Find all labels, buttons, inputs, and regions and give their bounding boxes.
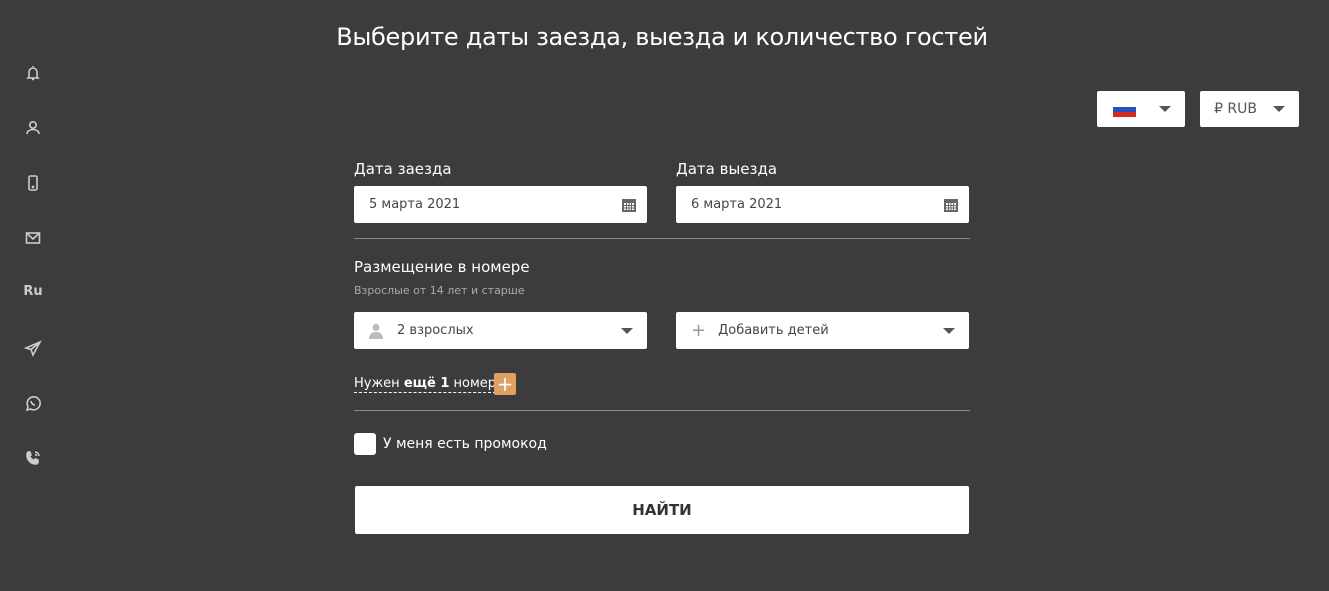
whatsapp-icon[interactable]	[22, 394, 44, 449]
person-icon	[369, 323, 383, 339]
plus-icon: +	[691, 320, 707, 341]
telegram-icon[interactable]	[22, 339, 44, 394]
calendar-icon[interactable]	[621, 197, 637, 213]
accommodation-hint: Взрослые от 14 лет и старше	[354, 284, 525, 297]
checkin-label: Дата заезда	[354, 160, 452, 178]
checkout-input[interactable]: 6 марта 2021	[676, 186, 969, 223]
add-room-link[interactable]: Нужен ещё 1 номер	[354, 376, 497, 393]
page-title: Выберите даты заезда, выезда и количеств…	[336, 23, 988, 51]
promo-label[interactable]: У меня есть промокод	[383, 436, 547, 452]
phone-icon[interactable]	[22, 174, 44, 229]
search-button[interactable]: НАЙТИ	[355, 486, 969, 534]
chevron-down-icon	[1159, 106, 1171, 112]
chevron-down-icon	[621, 327, 633, 334]
divider	[354, 410, 970, 411]
children-select[interactable]: + Добавить детей	[676, 312, 969, 349]
russia-flag-icon	[1113, 101, 1136, 117]
mail-icon[interactable]	[22, 229, 44, 284]
currency-select[interactable]: ₽ RUB	[1200, 91, 1299, 127]
divider	[354, 238, 970, 239]
user-icon[interactable]	[22, 119, 44, 174]
language-select[interactable]	[1097, 91, 1185, 127]
checkin-input[interactable]: 5 марта 2021	[354, 186, 647, 223]
add-room-button[interactable]: +	[494, 372, 516, 396]
adults-select[interactable]: 2 взрослых	[354, 312, 647, 349]
promo-checkbox[interactable]	[354, 433, 376, 455]
accommodation-label: Размещение в номере	[354, 258, 530, 276]
call-icon[interactable]	[22, 449, 44, 504]
plus-icon: +	[496, 372, 514, 396]
language-link[interactable]: Ru	[22, 284, 44, 339]
sidebar: Ru	[22, 64, 44, 504]
chevron-down-icon	[1273, 106, 1285, 112]
bell-icon[interactable]	[22, 64, 44, 119]
chevron-down-icon	[943, 327, 955, 334]
calendar-icon[interactable]	[943, 197, 959, 213]
checkout-label: Дата выезда	[676, 160, 778, 178]
